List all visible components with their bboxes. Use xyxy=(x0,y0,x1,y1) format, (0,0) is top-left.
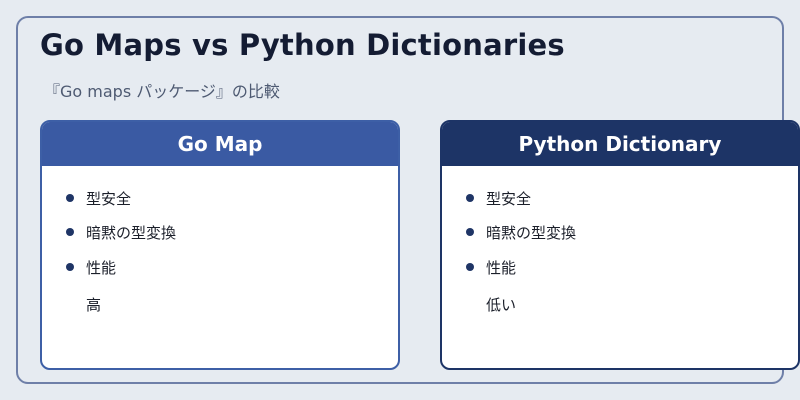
page-subtitle: 『Go maps パッケージ』の比較 xyxy=(44,82,280,101)
python-dict-card: Python Dictionary 型安全 暗黙の型変換 性能 低い xyxy=(440,120,800,370)
performance-value: 高 xyxy=(86,296,102,314)
list-item-label: 暗黙の型変換 xyxy=(86,224,177,242)
python-dict-card-header: Python Dictionary xyxy=(442,122,798,166)
list-item-label: 型安全 xyxy=(486,190,532,208)
performance-value: 低い xyxy=(486,296,517,314)
bullet-icon xyxy=(66,263,74,271)
list-item-label: 暗黙の型変換 xyxy=(486,224,577,242)
list-item-label: 性能 xyxy=(86,259,117,277)
list-item-label: 型安全 xyxy=(86,190,132,208)
page-title: Go Maps vs Python Dictionaries xyxy=(40,28,565,62)
list-item-label: 性能 xyxy=(486,259,517,277)
bullet-icon xyxy=(66,194,74,202)
go-map-card-header: Go Map xyxy=(42,122,398,166)
bullet-icon xyxy=(466,194,474,202)
go-map-card: Go Map 型安全 暗黙の型変換 性能 高 xyxy=(40,120,400,370)
bullet-icon xyxy=(466,228,474,236)
bullet-icon xyxy=(466,263,474,271)
bullet-icon xyxy=(66,228,74,236)
